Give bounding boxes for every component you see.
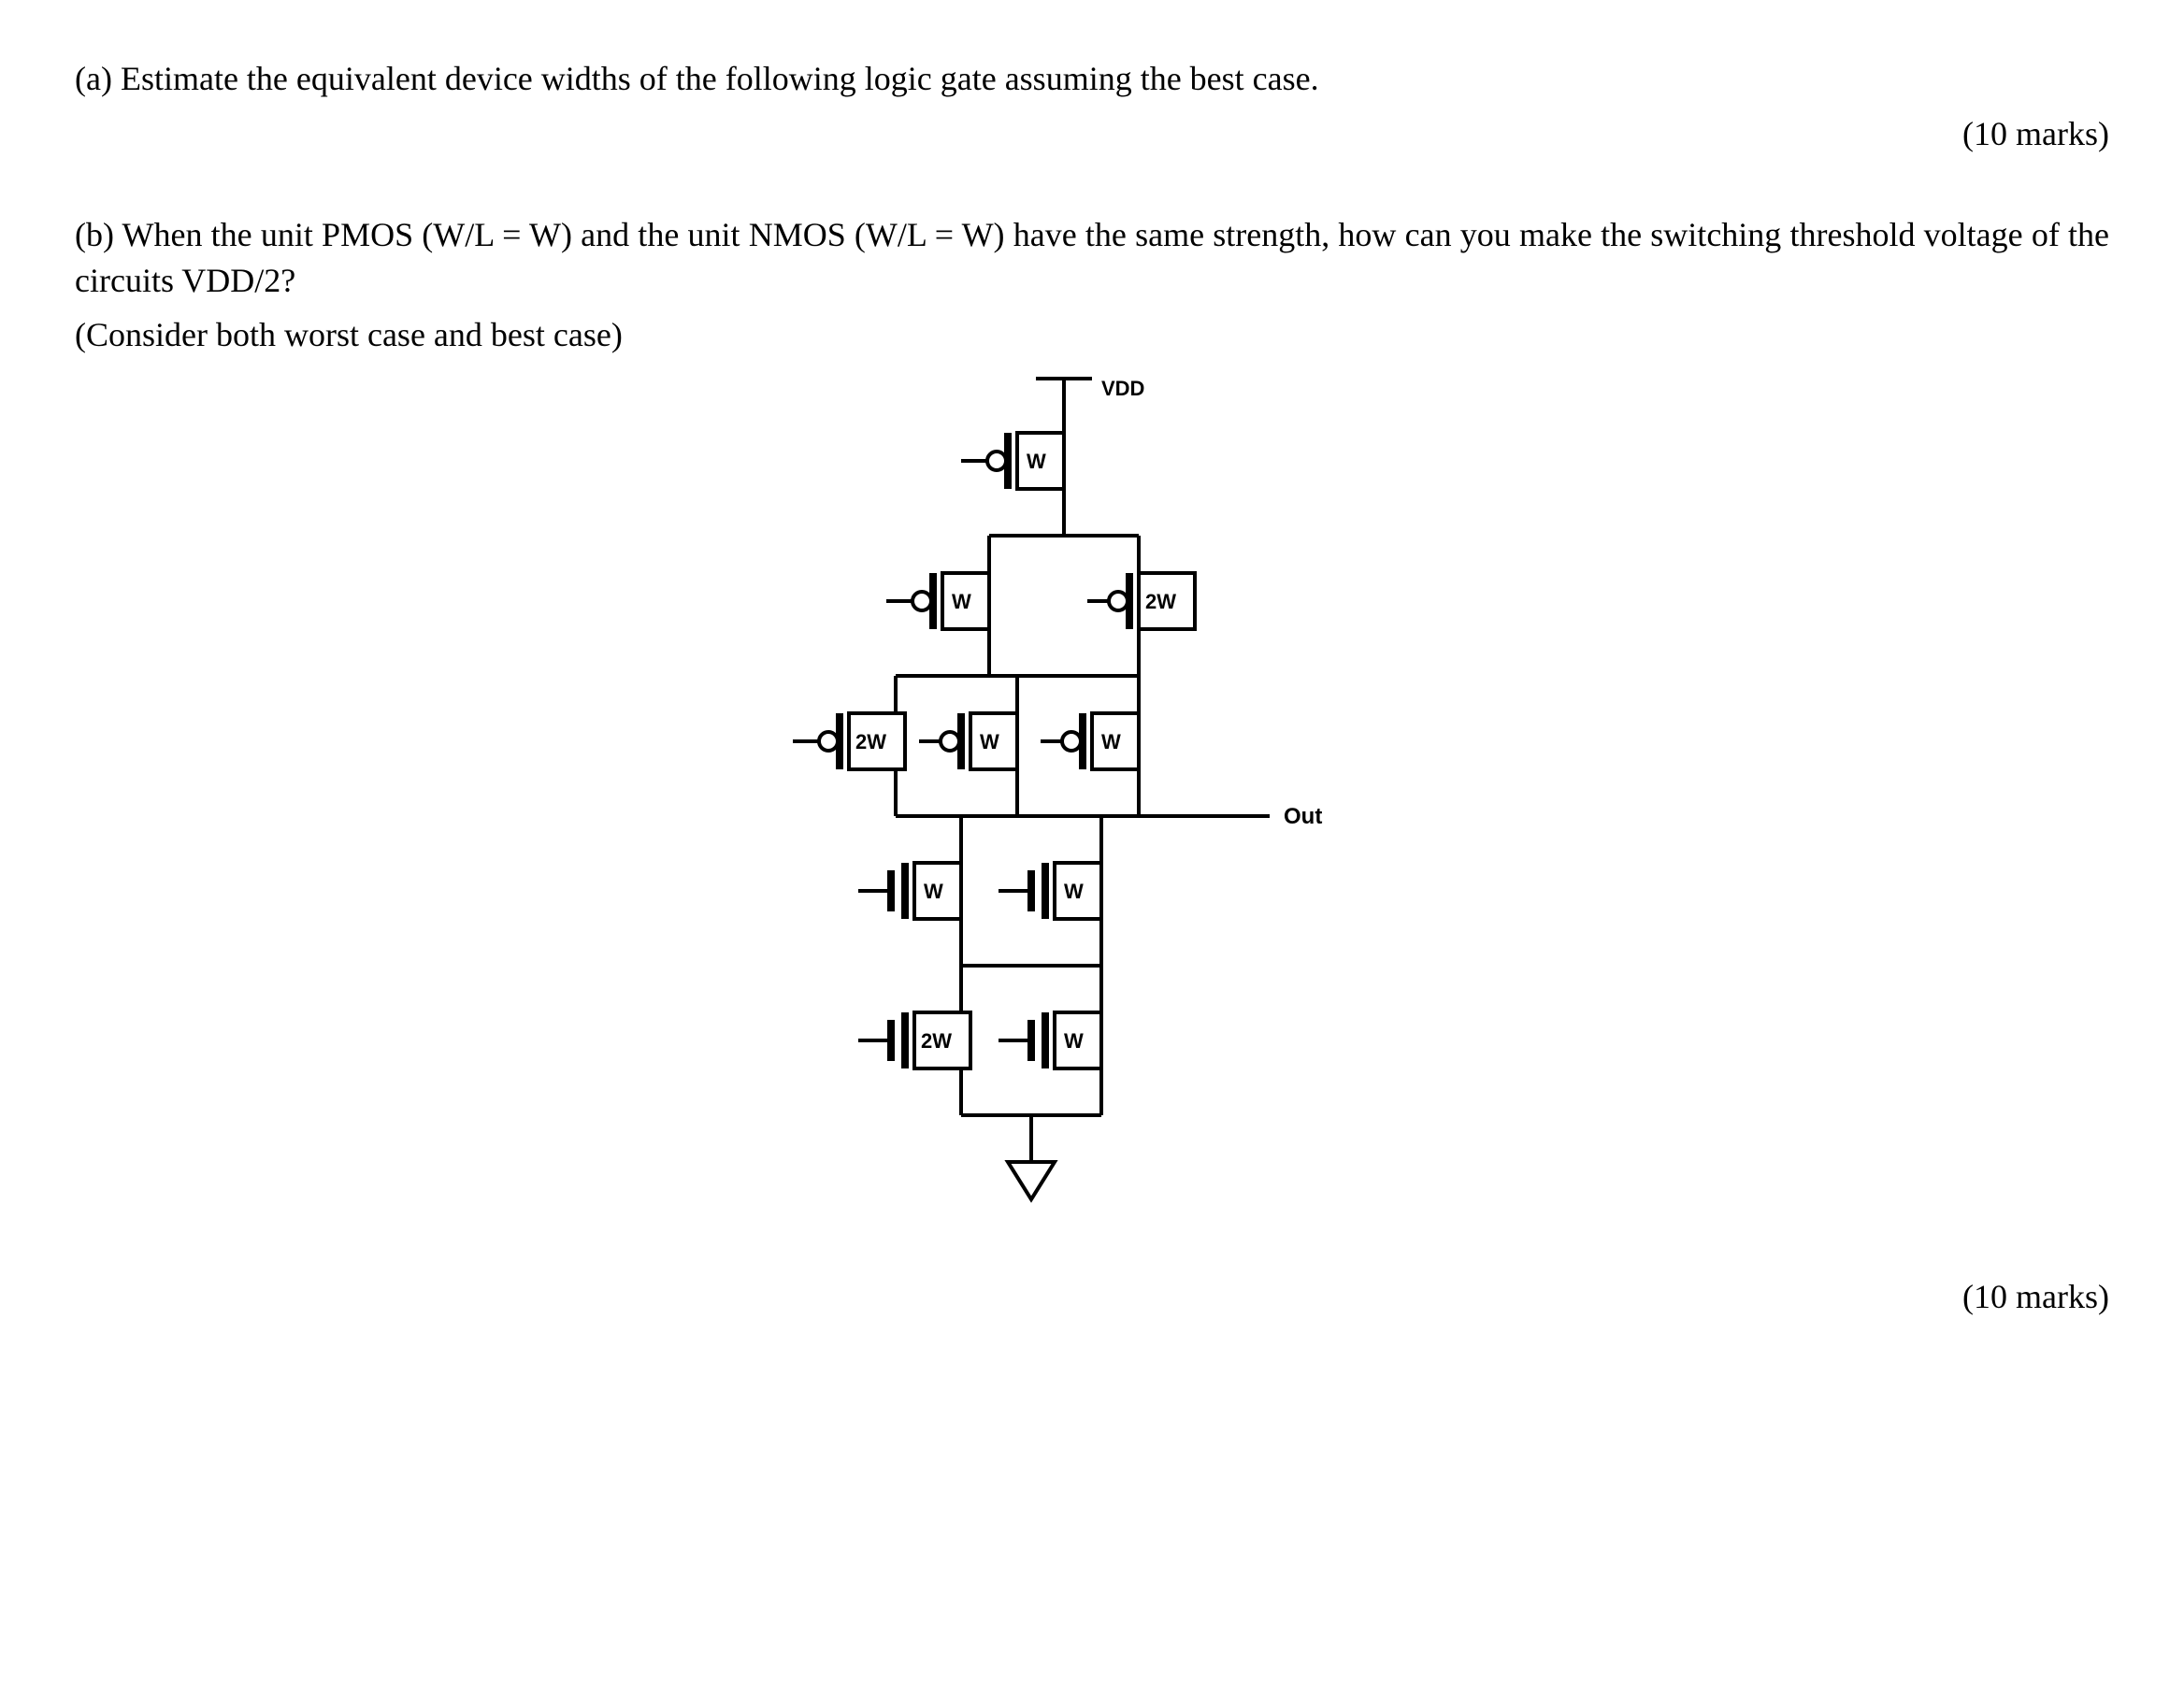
- pmos-row3-right: W: [1041, 713, 1139, 769]
- out-label: Out: [1284, 804, 1322, 829]
- vdd-label: VDD: [1101, 377, 1144, 400]
- nmos-row2-left: 2W: [858, 1012, 970, 1068]
- pmos3c-label: W: [1101, 730, 1121, 753]
- nmos-row1-left: W: [858, 863, 961, 919]
- pmos-row3-mid: W: [919, 713, 1017, 769]
- nmos1b-label: W: [1064, 880, 1084, 903]
- nmos-row2-right: W: [999, 1012, 1101, 1068]
- circuit-diagram: VDD W W 2W: [75, 377, 2109, 1237]
- question-b-line2: (Consider both worst case and best case): [75, 312, 2109, 358]
- question-b-line1: (b) When the unit PMOS (W/L = W) and the…: [75, 212, 2109, 303]
- nmos1a-label: W: [924, 880, 943, 903]
- nmos2a-label: 2W: [921, 1029, 952, 1053]
- pmos-row1-t1: W: [961, 433, 1064, 489]
- pmos3b-label: W: [980, 730, 999, 753]
- pmos2a-label: W: [952, 590, 971, 613]
- question-a-text: (a) Estimate the equivalent device width…: [75, 56, 2109, 102]
- pmos1-label: W: [1027, 450, 1046, 473]
- pmos-row2-right: 2W: [1087, 573, 1195, 629]
- nmos2b-label: W: [1064, 1029, 1084, 1053]
- pmos2b-label: 2W: [1145, 590, 1176, 613]
- nmos-row1-right: W: [999, 863, 1101, 919]
- circuit-svg: VDD W W 2W: [765, 377, 1419, 1237]
- pmos-row2-left: W: [886, 573, 989, 629]
- question-b-marks: (10 marks): [75, 1274, 2109, 1320]
- pmos-row3-left: 2W: [793, 713, 905, 769]
- pmos3a-label: 2W: [855, 730, 886, 753]
- question-a-marks: (10 marks): [75, 111, 2109, 157]
